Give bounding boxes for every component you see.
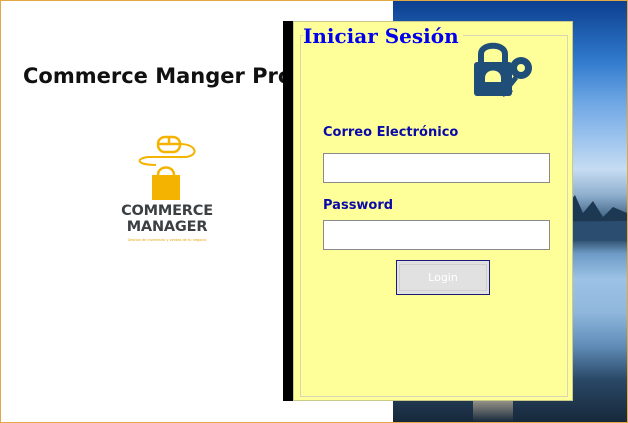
logo-text-line1: COMMERCE [121, 203, 213, 219]
login-button[interactable]: Login [396, 260, 490, 295]
email-label: Correo Electrónico [323, 125, 459, 140]
login-button-label: Login [399, 264, 487, 291]
shopping-bag-mouse-icon [138, 135, 196, 200]
password-input[interactable] [323, 220, 550, 250]
logo-tagline: Gestion de inventario y ventas de tu neg… [127, 238, 207, 242]
app-title: Commerce Manger Pro [23, 64, 293, 88]
login-panel: Iniciar Sesión Correo Electrónico Passwo… [293, 21, 573, 401]
email-input[interactable] [323, 153, 550, 183]
logo-text-line2: MANAGER [126, 219, 208, 235]
login-title: Iniciar Sesión [303, 24, 463, 48]
login-window: Commerce Manger Pro COMMERCE MANAGER Ges… [0, 0, 628, 423]
password-label: Password [323, 198, 394, 213]
panel-shadow [283, 21, 293, 401]
commerce-manager-logo: COMMERCE MANAGER Gestion de inventario y… [108, 133, 226, 251]
lock-key-icon [474, 42, 532, 97]
